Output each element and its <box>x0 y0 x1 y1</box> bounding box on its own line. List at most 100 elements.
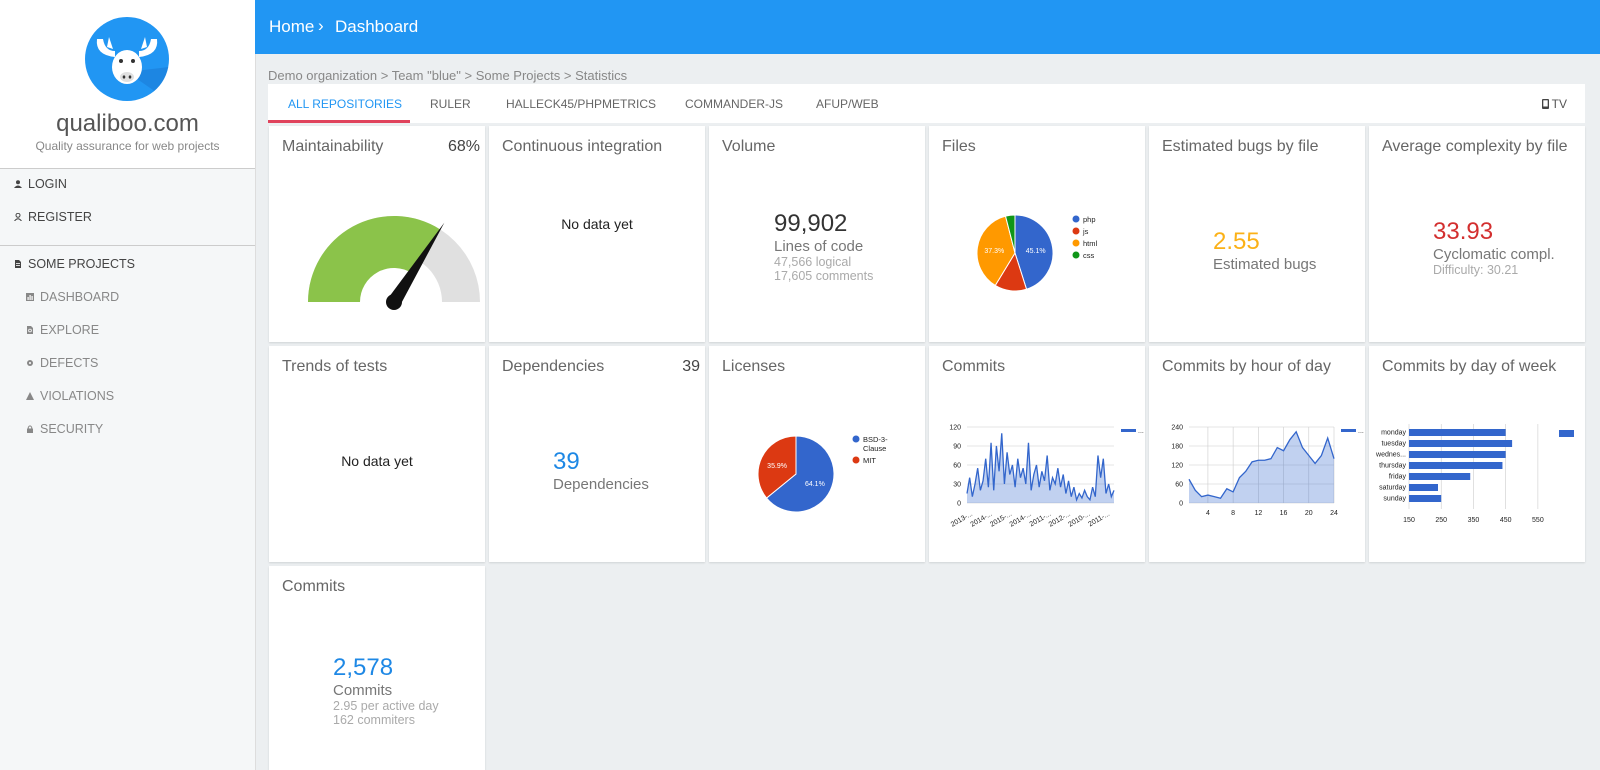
tv-label: TV <box>1551 97 1567 111</box>
some-projects-label: SOME PROJECTS <box>28 257 135 271</box>
tests-no-data: No data yet <box>341 453 413 469</box>
sidebar: qualiboo.com Quality assurance for web p… <box>0 0 256 770</box>
sidebar-divider <box>0 245 255 246</box>
pie-slice-label: 35.9% <box>767 463 787 470</box>
register-link[interactable]: REGISTER <box>14 210 92 224</box>
x-tick-label: 4 <box>1206 510 1210 517</box>
repository-tabs: ALL REPOSITORIES RULER HALLECK45/PHPMETR… <box>268 84 1585 123</box>
estimated-bugs-label: Estimated bugs <box>1213 256 1317 273</box>
sidebar-item-dashboard[interactable]: DASHBOARD <box>26 290 119 304</box>
person-icon <box>14 180 22 188</box>
complexity-label: Cyclomatic compl. <box>1433 246 1555 263</box>
lines-of-code-label: Lines of code <box>774 238 864 255</box>
legend-ellipsis: ... <box>1138 428 1144 435</box>
card-title: Estimated bugs by file <box>1162 138 1319 155</box>
legend-dot <box>852 456 860 464</box>
legend-label: Clause <box>863 444 886 453</box>
register-label: REGISTER <box>28 210 92 224</box>
defects-label: DEFECTS <box>40 356 99 370</box>
legend-swatch <box>1341 429 1356 432</box>
legend-dot <box>1072 215 1080 223</box>
breadcrumb-current: Dashboard <box>335 17 419 36</box>
needle-hub <box>386 294 402 310</box>
legend-dot <box>852 435 860 443</box>
dependencies-value: 39 <box>553 448 580 475</box>
top-bar: Home › Dashboard <box>255 0 1600 54</box>
commits-label: Commits <box>333 682 393 699</box>
sidebar-item-explore[interactable]: EXPLORE <box>26 323 99 337</box>
search-doc-icon <box>27 326 33 334</box>
bugs-card: Estimated bugs by file 2.55 Estimated bu… <box>1149 126 1365 342</box>
tv-button[interactable]: TV <box>1541 97 1567 111</box>
login-label: LOGIN <box>28 177 67 191</box>
tab-afup-web[interactable]: AFUP/WEB <box>816 97 879 111</box>
login-link[interactable]: LOGIN <box>14 177 67 191</box>
x-tick-label: 20 <box>1305 510 1313 517</box>
bar-thursday <box>1409 462 1503 469</box>
y-tick-label: 0 <box>1179 501 1183 508</box>
bar-friday <box>1409 473 1471 480</box>
tests-card: Trends of tests No data yet <box>269 346 485 562</box>
dashboard-icon <box>26 293 34 301</box>
tab-ruler[interactable]: RULER <box>430 97 471 111</box>
moose-logo-icon[interactable] <box>85 17 169 101</box>
legend-dot <box>1072 239 1080 247</box>
bugs-stats: 2.55 Estimated bugs <box>1213 228 1316 273</box>
pie-slice-label: 37.3% <box>984 248 1004 255</box>
y-tick-label: 120 <box>949 425 961 432</box>
x-tick-label: 150 <box>1403 517 1415 524</box>
breadcrumb-home[interactable]: Home <box>269 17 314 37</box>
x-tick-label: 450 <box>1500 517 1512 524</box>
y-tick-label: 60 <box>1175 482 1183 489</box>
lock-icon <box>27 425 33 433</box>
y-tick-label: wednes... <box>1375 452 1406 459</box>
sidebar-item-defects[interactable]: DEFECTS <box>26 356 98 370</box>
sidebar-item-security[interactable]: SECURITY <box>26 422 103 436</box>
y-tick-label: 240 <box>1171 425 1183 432</box>
legend-label: css <box>1083 251 1095 260</box>
hour-area-chart: 0 60 120 180 240 ... 4 8 12 16 20 24 <box>1171 425 1364 518</box>
complexity-stats: 33.93 Cyclomatic compl. Difficulty: 30.2… <box>1433 218 1555 277</box>
brand-tagline: Quality assurance for web projects <box>35 139 220 153</box>
tab-halleck45-phpmetrics[interactable]: HALLECK45/PHPMETRICS <box>506 97 656 111</box>
pie-slice-label: 64.1% <box>805 481 825 488</box>
phone-icon <box>1541 99 1549 109</box>
volume-card: Volume 99,902 Lines of code 47,566 logic… <box>709 126 925 342</box>
sidebar-item-some-projects[interactable]: SOME PROJECTS <box>14 257 135 271</box>
y-tick-label: monday <box>1381 430 1406 437</box>
breadcrumb-separator: › <box>318 16 324 35</box>
dependencies-stats: 39 Dependencies <box>553 448 649 493</box>
hour-card: Commits by hour of day 0 60 120 180 240... 4 8… <box>1149 346 1365 562</box>
bar-sunday <box>1409 495 1442 502</box>
week-bar-chart: 150 250 350 450 550 monday tuesday wednes... thu… <box>1375 424 1574 524</box>
tab-all-repositories[interactable]: ALL REPOSITORIES <box>288 97 402 111</box>
complexity-value: 33.93 <box>1433 218 1494 245</box>
brand-name[interactable]: qualiboo.com <box>0 110 255 138</box>
bar-monday <box>1409 429 1506 436</box>
legend-swatch <box>1121 429 1136 432</box>
commits-value: 2,578 <box>333 654 394 681</box>
volume-stats: 99,902 Lines of code 47,566 logical 17,6… <box>774 210 873 283</box>
legend-dot <box>1072 227 1080 235</box>
ci-no-data: No data yet <box>561 216 633 232</box>
x-tick-label: 350 <box>1468 517 1480 524</box>
tab-commander-js[interactable]: COMMANDER-JS <box>685 97 783 111</box>
sidebar-item-violations[interactable]: VIOLATIONS <box>26 389 114 403</box>
explore-label: EXPLORE <box>40 323 100 337</box>
y-tick-label: 0 <box>957 501 961 508</box>
complexity-card: Average complexity by file 33.93 Cycloma… <box>1369 126 1585 342</box>
warning-icon <box>26 392 34 400</box>
legend-label: MIT <box>863 456 876 465</box>
card-title: Commits <box>282 578 346 595</box>
y-tick-label: 60 <box>953 463 961 470</box>
files-pie-chart: 45.1% 37.3% php js html css <box>976 214 1098 292</box>
x-tick-label: 12 <box>1254 510 1262 517</box>
legend-label: html <box>1083 239 1098 248</box>
x-tick-label: 550 <box>1532 517 1544 524</box>
licenses-pie-chart: 64.1% 35.9% BSD-3-Clause MIT <box>757 435 888 513</box>
legend-dot <box>1072 251 1080 259</box>
area-fill <box>1189 431 1334 503</box>
x-tick-label: 2010-... <box>1067 511 1091 529</box>
y-tick-label: saturday <box>1379 485 1406 492</box>
legend-ellipsis: ... <box>1358 428 1364 435</box>
